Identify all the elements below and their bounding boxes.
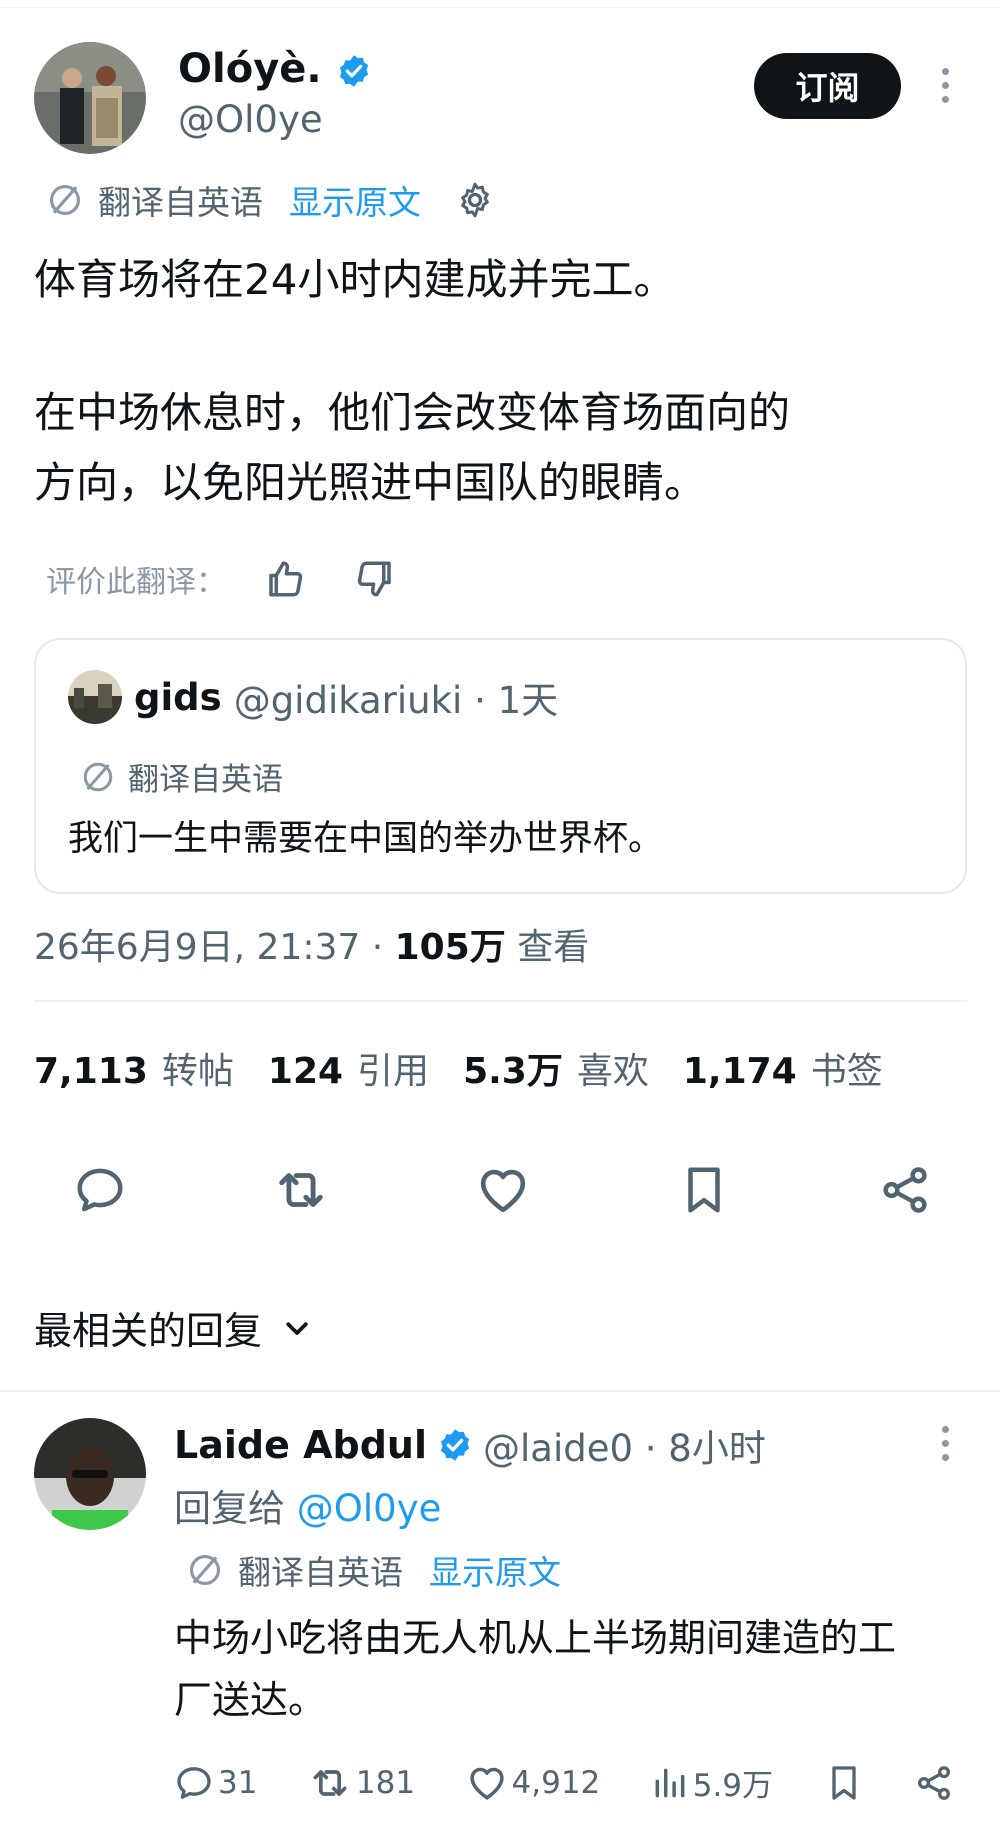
quote-translation-bar: 翻译自英语 (80, 754, 283, 799)
quote-avatar[interactable] (68, 670, 122, 724)
thumbs-up-icon[interactable] (264, 558, 306, 600)
subscribe-button[interactable]: 订阅 (754, 53, 901, 119)
show-original-link[interactable]: 显示原文 (289, 176, 421, 224)
stat-bookmarks[interactable]: 1,174 书签 (683, 1042, 883, 1094)
replies-sort-label: 最相关的回复 (34, 1309, 263, 1353)
reply-to-prefix: 回复给 (174, 1487, 297, 1530)
like-icon[interactable] (473, 1160, 533, 1220)
stat-likes[interactable]: 5.3万 喜欢 (463, 1042, 649, 1094)
reply-text-line-1: 中场小吃将由无人机从上半场期间建造的工 (174, 1616, 897, 1660)
verified-badge-icon (440, 1429, 470, 1461)
reply-bookmark-button[interactable] (824, 1763, 864, 1803)
reply-repost-button[interactable]: 181 (308, 1761, 415, 1805)
reply-author-name[interactable]: Laide Abdul (174, 1423, 427, 1467)
reply-show-original-link[interactable]: 显示原文 (429, 1546, 561, 1594)
reply-header: Laide Abdul @laide0 · 8小时 (174, 1418, 766, 1472)
reply-more-icon[interactable] (940, 1426, 950, 1461)
reply-handle-time[interactable]: @laide0 · 8小时 (483, 1418, 766, 1472)
reply-text-line-2: 厂送达。 (174, 1678, 327, 1722)
share-icon (917, 1765, 950, 1800)
share-icon[interactable] (875, 1160, 935, 1220)
stat-quotes[interactable]: 124 引用 (268, 1042, 429, 1094)
reply-views-button[interactable]: 5.9万 (651, 1760, 773, 1805)
verified-badge-icon (339, 55, 368, 87)
bookmark-icon (831, 1765, 856, 1800)
bookmark-icon[interactable] (674, 1160, 734, 1220)
author-name-row[interactable]: Olóyè. (178, 46, 372, 92)
like-icon (469, 1767, 504, 1800)
top-divider (0, 0, 1000, 8)
repost-count: 181 (355, 1764, 416, 1801)
tweet-action-bar (34, 1160, 967, 1220)
translate-icon (189, 1554, 221, 1586)
views-count: 105万 (394, 927, 506, 968)
views-icon (655, 1768, 685, 1797)
rate-translation: 评价此翻译： (46, 557, 396, 601)
divider (34, 1000, 967, 1002)
reply-translated-from-label: 翻译自英语 (238, 1553, 403, 1592)
tweet-meta: 26年6月9日, 21:37 · 105万 查看 (34, 918, 589, 970)
reply-reply-button[interactable]: 31 (174, 1763, 257, 1803)
translate-icon (83, 762, 113, 791)
more-icon[interactable] (940, 68, 950, 103)
quote-translated-from-label: 翻译自英语 (128, 762, 283, 798)
thumbs-down-icon[interactable] (354, 558, 396, 600)
tweet-text-line-3: 方向，以免阳光照进中国队的眼睛。 (34, 458, 707, 507)
reply-icon[interactable] (70, 1160, 130, 1220)
quote-text: 我们一生中需要在中国的举办世界杯。 (68, 819, 664, 859)
stat-reposts[interactable]: 7,113 转帖 (34, 1042, 234, 1094)
tweet-text-line-2: 在中场休息时，他们会改变体育场面向的 (34, 388, 791, 437)
engagement-stats: 7,113 转帖 124 引用 5.3万 喜欢 1,174 书签 (34, 1042, 883, 1094)
replies-sort-dropdown[interactable]: 最相关的回复 (34, 1300, 312, 1355)
reply-translation-bar: 翻译自英语 显示原文 (186, 1546, 561, 1594)
quote-author-name[interactable]: gids (134, 676, 222, 719)
translated-from-label: 翻译自英语 (98, 183, 263, 222)
translate-icon (49, 184, 81, 216)
section-divider (0, 1390, 1000, 1392)
reply-avatar[interactable] (34, 1418, 146, 1530)
reply-share-button[interactable] (914, 1763, 954, 1803)
author-avatar[interactable] (34, 42, 146, 154)
tweet-datetime[interactable]: 26年6月9日, 21:37 · (34, 927, 395, 968)
reply-count: 31 (218, 1764, 258, 1801)
repost-icon (313, 1769, 347, 1796)
reply-to-line: 回复给 @Ol0ye (174, 1478, 441, 1532)
reply-like-button[interactable]: 4,912 (466, 1762, 601, 1804)
quote-author-handle[interactable]: @gidikariuki · 1天 (234, 670, 558, 724)
repost-icon[interactable] (271, 1160, 331, 1220)
chevron-down-icon (286, 1321, 308, 1335)
like-count: 4,912 (511, 1764, 601, 1801)
gear-icon[interactable] (455, 180, 495, 220)
translation-bar: 翻译自英语 显示原文 (46, 176, 495, 224)
views-label: 查看 (505, 927, 590, 968)
author-handle[interactable]: @Ol0ye (178, 98, 323, 141)
views-count-reply: 5.9万 (692, 1768, 774, 1804)
tweet-text-line-1: 体育场将在24小时内建成并完工。 (34, 255, 676, 304)
reply-icon (177, 1766, 211, 1799)
reply-action-bar: 31 181 4,912 5.9万 (174, 1760, 954, 1805)
quoted-tweet-header: gids @gidikariuki · 1天 (68, 670, 558, 724)
reply-to-handle[interactable]: @Ol0ye (297, 1487, 442, 1530)
rate-translation-label: 评价此翻译： (46, 565, 226, 600)
author-name[interactable]: Olóyè. (178, 46, 322, 92)
